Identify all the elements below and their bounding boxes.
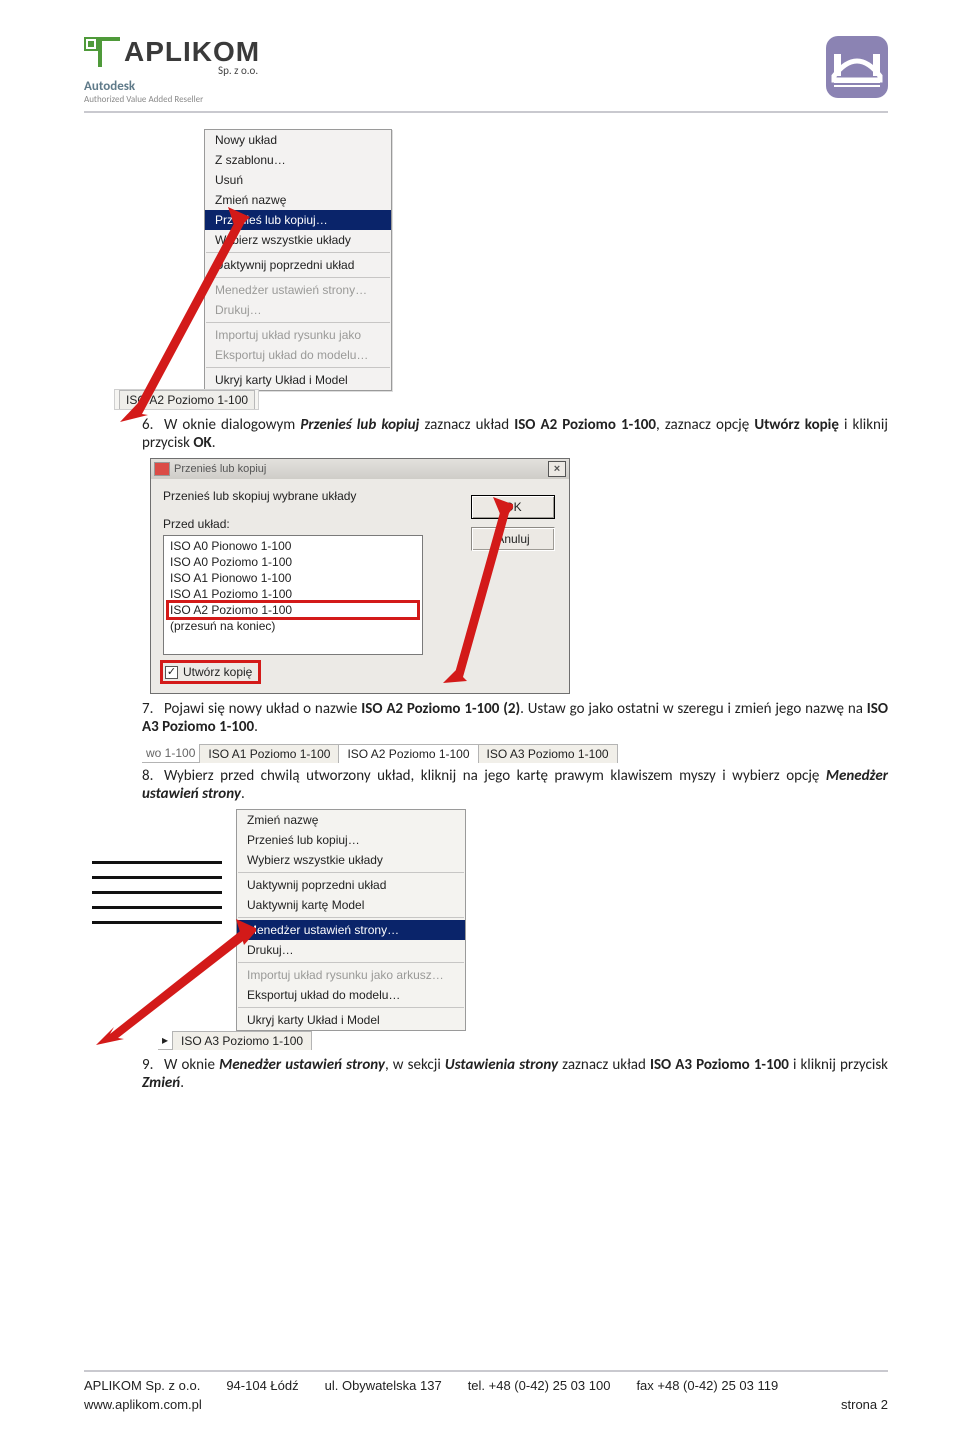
layout-tab-strip: ISO A2 Poziomo 1-100 (114, 389, 259, 410)
drawing-lines-decoration (92, 861, 222, 953)
layout-tab[interactable]: ISO A3 Poziomo 1-100 (172, 1031, 312, 1050)
menu-item-highlighted[interactable]: Menedżer ustawień strony… (237, 920, 465, 940)
list-item[interactable]: ISO A0 Poziomo 1-100 (168, 554, 418, 570)
menu-item[interactable]: Nowy układ (205, 130, 391, 150)
menu-item[interactable]: Drukuj… (237, 940, 465, 960)
footer-city: 94-104 Łódź (226, 1378, 298, 1393)
context-menu-1: Nowy układ Z szablonu… Usuń Zmień nazwę … (204, 129, 392, 391)
header: APLIKOM Sp. z o.o. Autodesk Authorized V… (84, 36, 888, 105)
autodesk-sub: Authorized Value Added Reseller (84, 94, 260, 105)
list-item[interactable]: ISO A1 Poziomo 1-100 (168, 586, 418, 602)
tab-fragment: wo 1-100 (142, 744, 199, 763)
footer-tel: tel. +48 (0-42) 25 03 100 (468, 1378, 611, 1393)
footer-company: APLIKOM Sp. z o.o. (84, 1378, 200, 1393)
list-item[interactable]: (przesuń na koniec) (168, 618, 418, 634)
menu-item[interactable]: Wybierz wszystkie układy (237, 850, 465, 870)
footer-page: strona 2 (841, 1397, 960, 1412)
logo-subtitle: Sp. z o.o. (84, 64, 258, 77)
step-8: 8.Wybierz przed chwilą utworzony układ, … (142, 767, 888, 803)
menu-item-disabled: Importuj układ rysunku jako arkusz… (237, 965, 465, 985)
layout-tab[interactable]: ISO A3 Poziomo 1-100 (478, 744, 618, 763)
create-copy-checkbox-row[interactable]: ✓ Utwórz kopię (163, 663, 258, 681)
aplikom-logo: APLIKOM Sp. z o.o. Autodesk Authorized V… (84, 36, 260, 105)
menu-item-disabled: Importuj układ rysunku jako (205, 325, 391, 345)
autodesk-label: Autodesk (84, 79, 260, 94)
menu-item[interactable]: Eksportuj układ do modelu… (237, 985, 465, 1005)
layout-tab-strip: ▸ ISO A3 Poziomo 1-100 (158, 1031, 312, 1050)
bridge-badge-icon (826, 36, 888, 98)
menu-item[interactable]: Wybierz wszystkie układy (205, 230, 391, 250)
menu-item-disabled: Drukuj… (205, 300, 391, 320)
layout-listbox[interactable]: ISO A0 Pionowo 1-100 ISO A0 Poziomo 1-10… (163, 535, 423, 655)
step-9: 9.W oknie Menedżer ustawień strony, w se… (142, 1056, 888, 1092)
dialog-title: Przenieś lub kopiuj (174, 463, 548, 475)
menu-item-highlighted[interactable]: Przenieś lub kopiuj… (205, 210, 391, 230)
context-menu-2: Zmień nazwę Przenieś lub kopiuj… Wybierz… (236, 809, 466, 1031)
cancel-button[interactable]: Anuluj (471, 527, 555, 551)
list-item[interactable]: ISO A1 Pionowo 1-100 (168, 570, 418, 586)
tab-chevron-icon: ▸ (158, 1031, 172, 1050)
menu-item-disabled: Eksportuj układ do modelu… (205, 345, 391, 365)
menu-item[interactable]: Ukryj karty Układ i Model (237, 1010, 465, 1030)
ok-button[interactable]: OK (471, 495, 555, 519)
layout-tab[interactable]: ISO A1 Poziomo 1-100 (199, 744, 339, 763)
footer-web: www.aplikom.com.pl (84, 1397, 202, 1412)
checkbox-checked-icon[interactable]: ✓ (165, 666, 178, 679)
footer-fax: fax +48 (0-42) 25 03 119 (636, 1378, 778, 1393)
menu-item[interactable]: Usuń (205, 170, 391, 190)
list-item[interactable]: ISO A0 Pionowo 1-100 (168, 538, 418, 554)
checkbox-label: Utwórz kopię (183, 665, 252, 679)
layout-tab-active[interactable]: ISO A2 Poziomo 1-100 (338, 744, 478, 763)
menu-item[interactable]: Uaktywnij poprzedni układ (237, 875, 465, 895)
header-rule (84, 111, 888, 113)
layout-tab-strip: wo 1-100 ISO A1 Poziomo 1-100 ISO A2 Poz… (142, 744, 617, 763)
close-button[interactable]: × (548, 461, 566, 477)
page-footer: APLIKOM Sp. z o.o. 94-104 Łódź ul. Obywa… (84, 1370, 960, 1412)
menu-item[interactable]: Przenieś lub kopiuj… (237, 830, 465, 850)
list-item-highlighted[interactable]: ISO A2 Poziomo 1-100 (168, 602, 418, 618)
dialog-app-icon (154, 462, 170, 476)
menu-item[interactable]: Uaktywnij poprzedni układ (205, 255, 391, 275)
layout-tab[interactable]: ISO A2 Poziomo 1-100 (119, 390, 255, 409)
menu-item[interactable]: Uaktywnij kartę Model (237, 895, 465, 915)
menu-item-disabled: Menedżer ustawień strony… (205, 280, 391, 300)
step-7: 7.Pojawi się nowy układ o nazwie ISO A2 … (142, 700, 888, 736)
menu-item[interactable]: Z szablonu… (205, 150, 391, 170)
footer-street: ul. Obywatelska 137 (325, 1378, 442, 1393)
aplikom-mark-icon (84, 37, 120, 67)
move-or-copy-dialog: Przenieś lub kopiuj × Przenieś lub skopi… (150, 458, 570, 694)
menu-item[interactable]: Zmień nazwę (237, 810, 465, 830)
menu-item[interactable]: Zmień nazwę (205, 190, 391, 210)
step-6: 6.W oknie dialogowym Przenieś lub kopiuj… (142, 416, 888, 452)
menu-item[interactable]: Ukryj karty Układ i Model (205, 370, 391, 390)
